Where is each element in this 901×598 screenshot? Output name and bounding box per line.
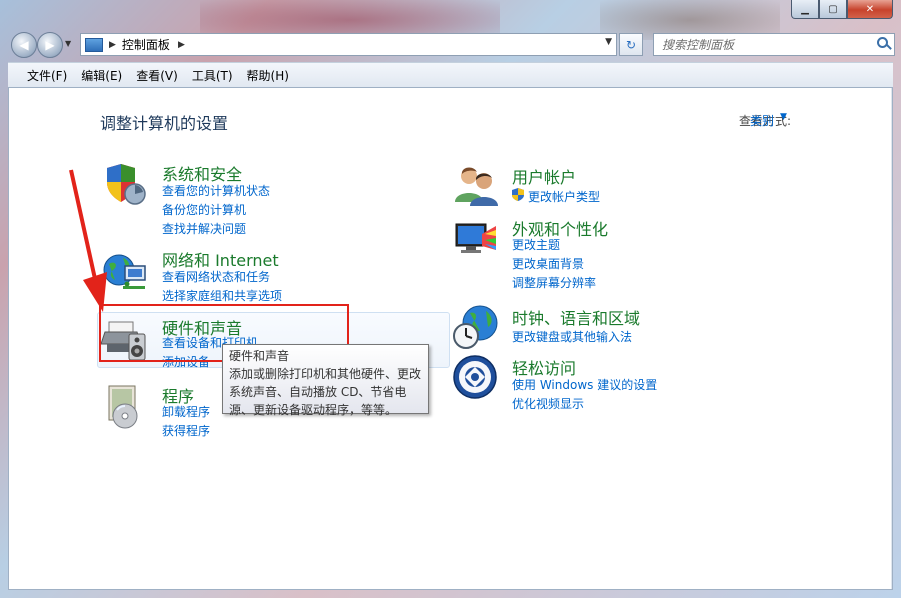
view-by-dropdown-arrow[interactable]: ▼ [780,112,787,122]
forward-button[interactable]: ▶ [37,32,63,58]
breadcrumb-arrow[interactable]: ▶ [178,40,185,50]
search-input[interactable] [660,36,874,53]
maximize-button[interactable]: ▢ [819,0,847,19]
clock-globe-icon [453,305,498,349]
uac-shield-icon [512,188,524,201]
window-caption-buttons: ▁ ▢ ✕ [791,0,893,20]
link-view-network-status[interactable]: 查看网络状态和任务 [162,268,270,285]
link-uninstall-program[interactable]: 卸载程序 [162,403,210,420]
control-panel-content: 调整计算机的设置 查看方式: 类别 ▼ 系统和安全 查看您的计算机状态 备份您的… [8,87,893,590]
maximize-icon: ▢ [828,3,838,15]
appearance-icon [455,223,496,253]
menu-help[interactable]: 帮助(H) [240,67,296,84]
tooltip-line: 系统声音、自动播放 CD、节省电 [229,385,407,399]
control-panel-window: ▁ ▢ ✕ ◀ ▶ ▼ ▶ 控制面板 ▶ ▼ ↻ 文件(F) 编辑(E) 查看(… [0,0,901,598]
refresh-icon: ↻ [625,37,637,52]
menu-file[interactable]: 文件(F) [20,67,74,84]
programs-icon [108,385,138,429]
link-change-theme[interactable]: 更改主题 [512,236,560,253]
link-change-account-type[interactable]: 更改帐户类型 [528,188,600,205]
link-change-desktop-background[interactable]: 更改桌面背景 [512,255,584,272]
search-box[interactable] [653,33,895,56]
back-button[interactable]: ◀ [11,32,37,58]
tooltip-title: 硬件和声音 [229,349,290,363]
link-use-windows-recommended[interactable]: 使用 Windows 建议的设置 [512,376,657,393]
link-adjust-resolution[interactable]: 调整屏幕分辨率 [512,274,596,291]
address-dropdown[interactable]: ▼ [605,37,612,47]
breadcrumb-control-panel[interactable]: 控制面板 [122,36,170,53]
link-backup-computer[interactable]: 备份您的计算机 [162,201,246,218]
link-change-keyboard-input[interactable]: 更改键盘或其他输入法 [512,328,632,345]
page-title: 调整计算机的设置 [100,114,229,133]
address-bar[interactable]: ▶ 控制面板 ▶ ▼ [80,33,617,56]
ease-of-access-icon [453,355,497,399]
view-by-dropdown[interactable]: 类别 [750,112,774,129]
menu-bar: 文件(F) 编辑(E) 查看(V) 工具(T) 帮助(H) [8,62,893,88]
category-clock-language-region[interactable]: 时钟、语言和区域 [512,305,640,329]
control-panel-icon [85,37,103,52]
close-button[interactable]: ✕ [847,0,893,19]
link-view-computer-status[interactable]: 查看您的计算机状态 [162,182,270,199]
back-arrow-icon: ◀ [19,38,29,52]
menu-tools[interactable]: 工具(T) [185,67,240,84]
navigation-bar: ◀ ▶ ▼ ▶ 控制面板 ▶ ▼ ↻ [8,30,895,58]
recent-pages-dropdown[interactable]: ▼ [65,39,71,48]
minimize-icon: ▁ [801,3,809,15]
close-icon: ✕ [865,3,875,15]
search-icon[interactable] [877,37,888,48]
content-edge [891,88,892,589]
menu-edit[interactable]: 编辑(E) [74,67,129,84]
category-user-accounts[interactable]: 用户帐户 [512,164,576,188]
refresh-button[interactable]: ↻ [619,33,643,56]
link-troubleshoot[interactable]: 查找并解决问题 [162,220,246,237]
forward-arrow-icon: ▶ [45,38,55,52]
tooltip-line: 源、更新设备驱动程序，等等。 [229,403,398,417]
link-optimize-video-display[interactable]: 优化视频显示 [512,395,584,412]
hardware-sound-tooltip: 硬件和声音 添加或删除打印机和其他硬件、更改 系统声音、自动播放 CD、节省电 … [222,344,429,417]
link-get-programs[interactable]: 获得程序 [162,422,210,439]
tooltip-line: 添加或删除打印机和其他硬件、更改 [229,367,422,381]
minimize-button[interactable]: ▁ [791,0,819,19]
menu-view[interactable]: 查看(V) [129,67,185,84]
address-root-arrow[interactable]: ▶ [109,40,116,50]
users-icon [455,167,498,206]
link-homegroup-sharing[interactable]: 选择家庭组和共享选项 [162,287,282,304]
annotation-red-arrow [69,169,107,312]
